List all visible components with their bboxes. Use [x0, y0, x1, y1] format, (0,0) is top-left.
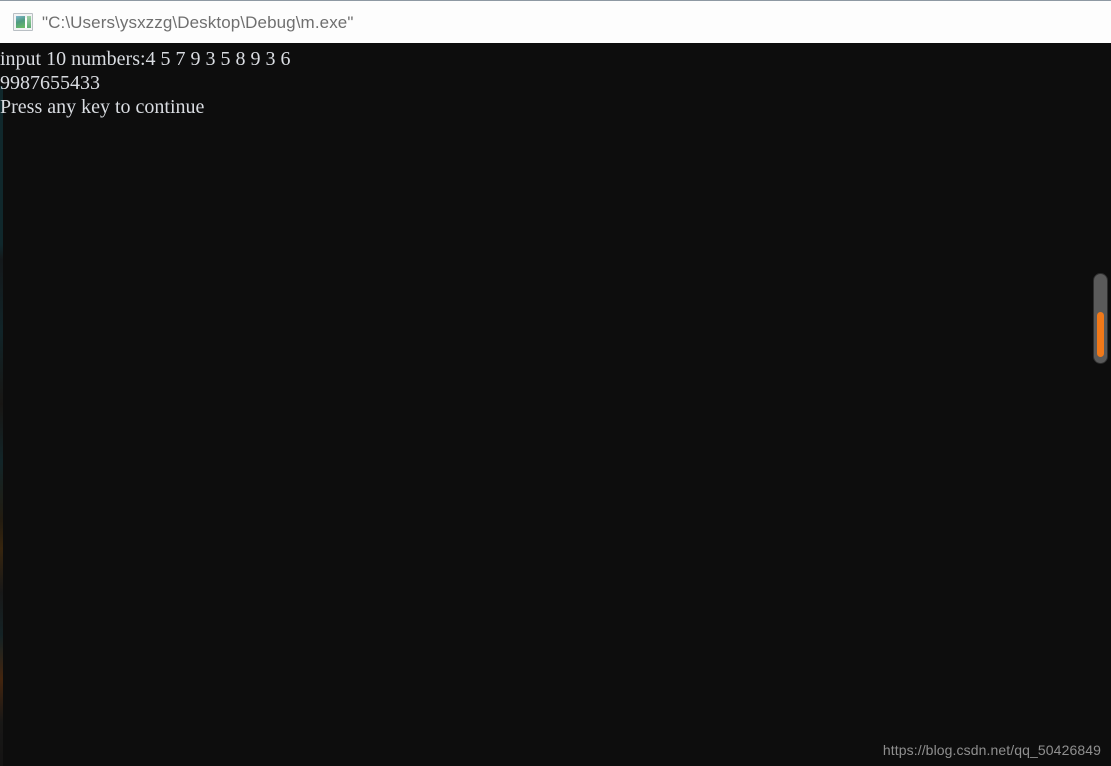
vertical-scrollbar[interactable] [1094, 274, 1107, 363]
vertical-scrollbar-thumb[interactable] [1097, 312, 1104, 357]
console-line-output: 9987655433 [0, 72, 100, 94]
console-output-area[interactable]: input 10 numbers:4 5 7 9 3 5 8 9 3 6 9987… [0, 43, 1111, 766]
console-line-exit-message: Press any key to continue [0, 96, 205, 118]
console-app-icon [13, 13, 33, 31]
console-text: input 10 numbers:4 5 7 9 3 5 8 9 3 6 9987… [0, 47, 291, 119]
icon-pane-right [27, 16, 31, 28]
console-line-prompt: input 10 numbers:4 5 7 9 3 5 8 9 3 6 [0, 48, 291, 70]
icon-pane-left [16, 16, 25, 28]
window-title: "C:\Users\ysxzzg\Desktop\Debug\m.exe" [42, 12, 354, 32]
edge-artifact-strip [0, 86, 3, 766]
console-window: "C:\Users\ysxzzg\Desktop\Debug\m.exe" in… [0, 0, 1111, 766]
title-bar[interactable]: "C:\Users\ysxzzg\Desktop\Debug\m.exe" [0, 0, 1111, 43]
watermark-url: https://blog.csdn.net/qq_50426849 [882, 742, 1101, 758]
